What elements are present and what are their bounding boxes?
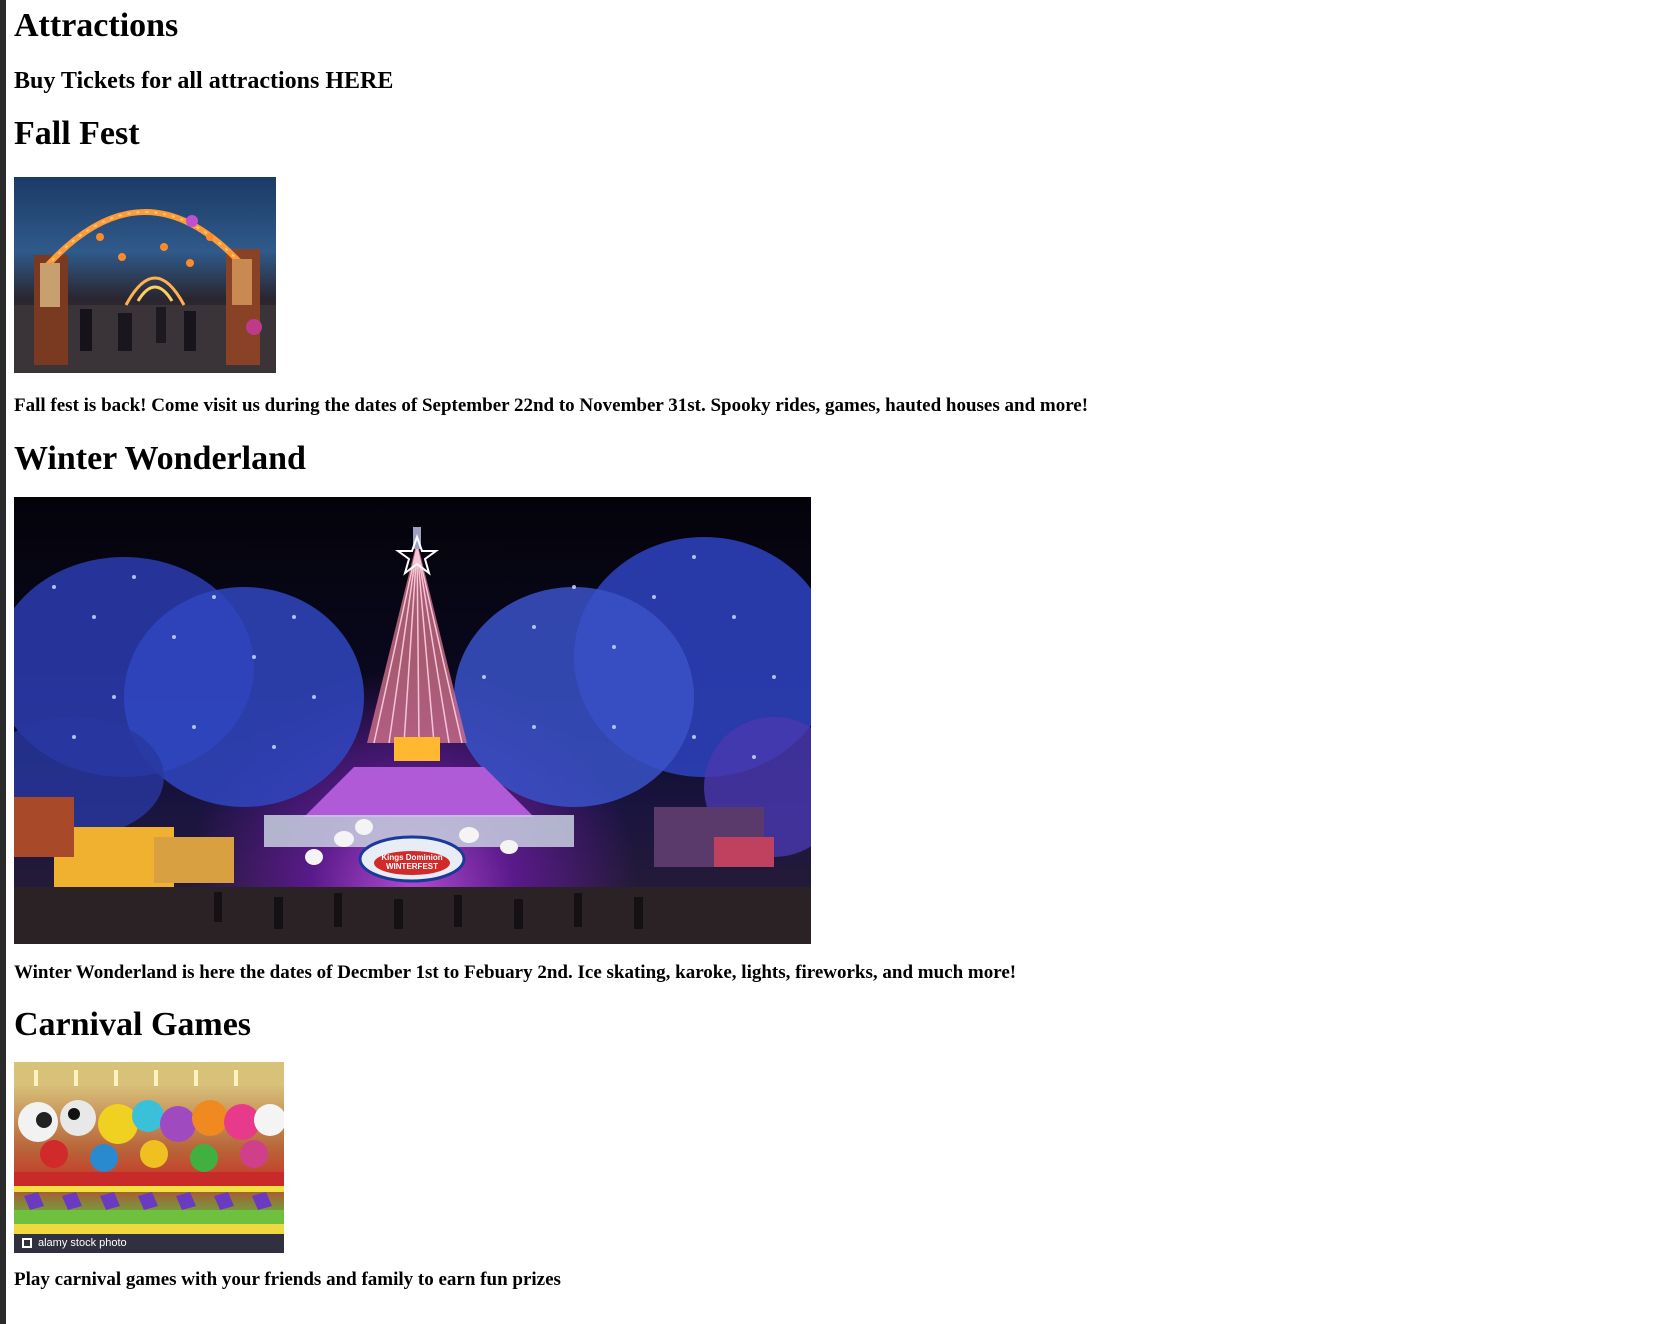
winter-wonderland-title: Winter Wonderland xyxy=(14,440,306,477)
carnival-games-description: Play carnival games with your friends an… xyxy=(14,1269,561,1290)
buy-tickets-heading: Buy Tickets for all attractions HERE xyxy=(14,68,394,94)
watermark-text: alamy stock photo xyxy=(38,1237,127,1249)
carnival-games-title: Carnival Games xyxy=(14,1006,252,1043)
winter-wonderland-description: Winter Wonderland is here the dates of D… xyxy=(14,962,1017,983)
fall-fest-photo xyxy=(14,177,276,373)
winterfest-sign-text: Kings Dominion WINTERFEST xyxy=(381,853,443,871)
page-title: Attractions xyxy=(14,7,179,44)
fall-fest-title: Fall Fest xyxy=(14,115,140,152)
carnival-games-photo: alamy stock photo xyxy=(14,1062,284,1253)
fall-fest-description: Fall fest is back! Come visit us during … xyxy=(14,395,1089,416)
window-left-edge xyxy=(0,0,6,1324)
winter-wonderland-photo: Kings Dominion WINTERFEST xyxy=(14,497,811,944)
